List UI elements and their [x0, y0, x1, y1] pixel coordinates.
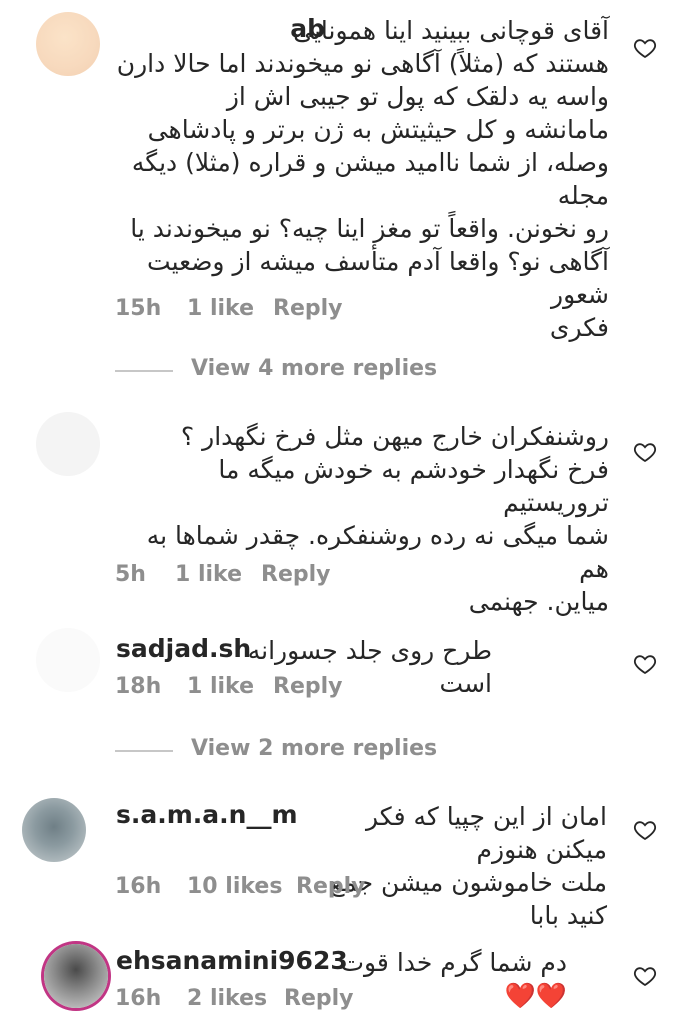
comment-username[interactable]: s.a.m.a.n__m: [116, 800, 298, 829]
comment-item: s.a.m.a.n__m امان از این چپیا که فکر میک…: [0, 790, 697, 930]
comment-item: ehsanamini9623 دم شما گرم خدا قوت ❤️❤️ 1…: [0, 932, 697, 1024]
heart-icon[interactable]: [633, 652, 657, 676]
heart-icon[interactable]: [633, 964, 657, 988]
view-more-label[interactable]: View 4 more replies: [191, 356, 437, 381]
comment-item: sadjad.sh طرح روی جلد جسورانه است 18h 1 …: [0, 620, 697, 710]
reply-button[interactable]: Reply: [273, 674, 343, 699]
view-more-label[interactable]: View 2 more replies: [191, 736, 437, 761]
view-more-replies[interactable]: View 4 more replies: [115, 356, 697, 386]
reply-button[interactable]: Reply: [261, 562, 331, 587]
divider: [115, 750, 173, 752]
comment-like-count[interactable]: 1 like: [187, 296, 254, 321]
comment-text: روشنفکران خارج میهن مثل فرخ نگهدار ؟ فرخ…: [146, 422, 609, 616]
comment-like-count[interactable]: 1 like: [187, 674, 254, 699]
heart-icon[interactable]: [633, 440, 657, 464]
comment-time: 16h: [115, 986, 162, 1011]
reply-button[interactable]: Reply: [273, 296, 343, 321]
avatar[interactable]: [36, 12, 100, 76]
avatar[interactable]: [36, 412, 100, 476]
comment-like-count[interactable]: 2 likes: [187, 986, 267, 1011]
avatar[interactable]: [44, 944, 108, 1008]
reply-button[interactable]: Reply: [284, 986, 354, 1011]
heart-icon[interactable]: [633, 36, 657, 60]
reply-button[interactable]: Reply: [296, 874, 366, 899]
comment-text: آقای قوچانی ببینید اینا همونایی هستند که…: [116, 16, 609, 342]
comment-time: 5h: [115, 562, 146, 587]
comment-time: 18h: [115, 674, 162, 699]
comment-item: روشنفکران خارج میهن مثل فرخ نگهدار ؟ فرخ…: [0, 400, 697, 616]
view-more-replies[interactable]: View 2 more replies: [115, 736, 697, 766]
comment-time: 16h: [115, 874, 162, 899]
comment-time: 15h: [115, 296, 162, 321]
heart-icon[interactable]: [633, 818, 657, 842]
comment-like-count[interactable]: 1 like: [175, 562, 242, 587]
comment-item: ab آقای قوچانی ببینید اینا همونایی هستند…: [0, 0, 697, 342]
avatar[interactable]: [22, 798, 86, 862]
divider: [115, 370, 173, 372]
comment-like-count[interactable]: 10 likes: [187, 874, 282, 899]
comment-text: امان از این چپیا که فکر میکنن هنوزم ملت …: [329, 802, 607, 930]
avatar[interactable]: [36, 628, 100, 692]
